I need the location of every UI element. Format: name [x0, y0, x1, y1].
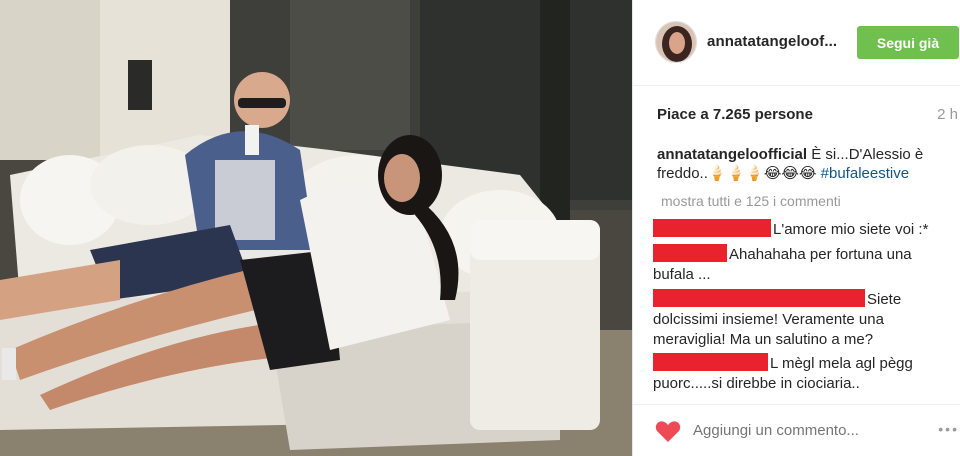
likes-count[interactable]: Piace a 7.265 persone: [657, 106, 813, 123]
comment-text: L'amore mio siete voi :*: [773, 221, 929, 238]
more-options-icon[interactable]: •••: [938, 421, 959, 437]
post-header: annatatangeloof... Segui già: [633, 0, 960, 86]
comment-item: L'amore mio siete voi :*: [653, 219, 943, 240]
comment-item: Siete dolcissimi insieme! Veramente una …: [653, 289, 943, 350]
comment-item: L mègl mela agl pègg puorc.....si direbb…: [653, 353, 943, 394]
show-all-comments-link[interactable]: mostra tutti e 125 i commenti: [661, 193, 841, 209]
post-footer: •••: [633, 404, 960, 456]
redacted-username: [653, 219, 771, 237]
caption-username[interactable]: annatatangeloofficial: [657, 146, 807, 163]
post-sidebar: annatatangeloof... Segui già Piace a 7.2…: [632, 0, 960, 456]
heart-icon[interactable]: [655, 419, 681, 443]
avatar-image: [656, 22, 696, 62]
photo-illustration: [0, 0, 632, 456]
follow-button[interactable]: Segui già: [857, 26, 959, 59]
comment-item: Ahahahaha per fortuna una bufala ...: [653, 244, 943, 285]
username-link[interactable]: annatatangeloof...: [707, 33, 837, 50]
post-timestamp[interactable]: 2 h: [937, 106, 958, 123]
post-caption: annatatangeloofficial È si...D'Alessio è…: [657, 145, 953, 183]
post-photo[interactable]: [0, 0, 632, 456]
redacted-username: [653, 353, 768, 371]
redacted-username: [653, 244, 727, 262]
add-comment-input[interactable]: [693, 422, 893, 439]
caption-hashtag[interactable]: #bufaleestive: [821, 165, 909, 182]
redacted-username: [653, 289, 865, 307]
avatar[interactable]: [655, 21, 697, 63]
